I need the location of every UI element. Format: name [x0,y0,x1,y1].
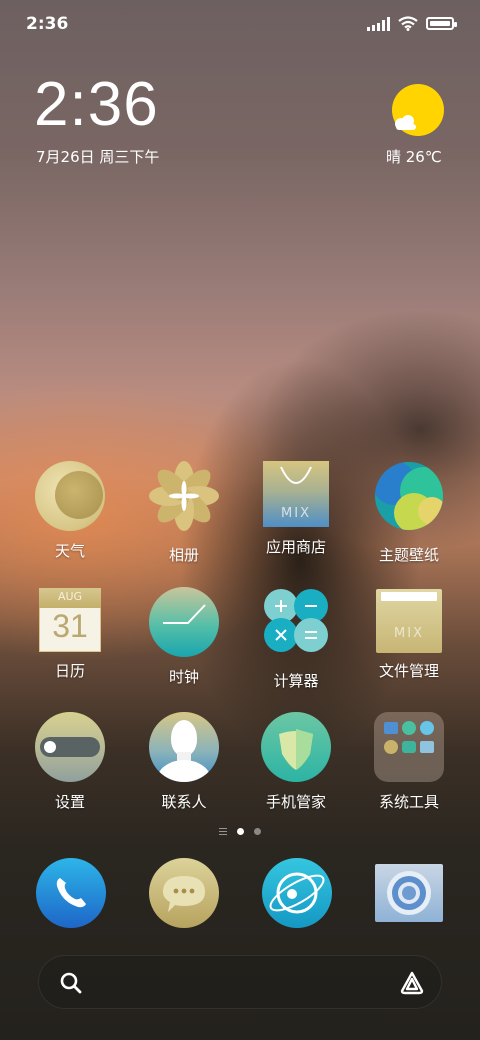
weather-moon-icon [35,461,105,531]
calendar-month: AUG [57,590,83,603]
weather-summary: 晴 26℃ [386,148,442,166]
clock-widget-time[interactable]: 2:36 [34,74,159,136]
folder-system-tools[interactable]: 系统工具 [353,712,465,812]
dock-messages[interactable] [149,858,219,928]
app-label: 日历 [54,662,85,680]
search-icon[interactable] [59,971,83,995]
page-indicator [0,828,480,835]
app-label: 应用商店 [265,538,326,556]
voice-assistant-icon[interactable] [399,970,425,996]
app-label: 联系人 [161,793,207,811]
page-dot[interactable] [254,828,261,835]
battery-icon [426,17,457,30]
dock-camera[interactable] [375,864,443,922]
app-label: 时钟 [168,668,199,686]
settings-toggle-icon [35,712,105,782]
clock-icon [149,587,219,657]
calculator-icon [264,589,328,652]
dock-browser[interactable] [262,858,332,928]
app-label: 设置 [54,793,85,811]
app-label: 文件管理 [378,662,439,680]
app-security[interactable]: 手机管家 [240,712,352,812]
app-contacts[interactable]: 联系人 [128,712,240,812]
app-store-bag-icon: MIX [263,461,329,527]
cloud-icon [395,115,416,130]
app-store-brand: MIX [281,506,311,521]
file-manager-brand: MIX [394,626,424,641]
system-tools-folder-icon [374,712,444,782]
wifi-icon [398,16,418,31]
app-label: 主题壁纸 [378,546,439,564]
app-weather[interactable]: 天气 [14,461,126,561]
app-themes[interactable]: 主题壁纸 [353,461,465,565]
app-label: 相册 [168,546,199,564]
app-label: 天气 [54,542,85,560]
app-settings[interactable]: 设置 [14,712,126,812]
app-file-manager[interactable]: MIX 文件管理 [353,587,465,681]
app-label: 手机管家 [265,793,326,811]
dock-phone[interactable] [36,858,106,928]
contacts-person-icon [149,712,219,782]
page-dot-active[interactable] [237,828,244,835]
cellular-signal-icon [367,16,390,31]
gallery-flower-icon [149,461,219,531]
messages-icon [163,876,205,912]
calendar-icon: AUG 31 [39,588,101,652]
app-clock[interactable]: 时钟 [128,587,240,687]
app-label: 计算器 [273,672,319,690]
app-calendar[interactable]: AUG 31 日历 [14,587,126,681]
app-store[interactable]: MIX 应用商店 [240,461,352,557]
calendar-day: 31 [52,608,88,644]
page-list-icon[interactable] [219,828,227,835]
status-time: 2:36 [26,14,69,34]
file-manager-icon: MIX [376,589,442,653]
search-bar[interactable] [38,955,442,1009]
status-icons [367,16,457,31]
app-label: 系统工具 [378,793,439,811]
phone-icon [56,878,86,908]
browser-icon [269,872,325,914]
camera-icon [387,871,431,915]
app-calculator[interactable]: 计算器 [240,587,352,691]
security-shield-icon [261,712,331,782]
themes-circles-icon [375,462,443,530]
app-gallery[interactable]: 相册 [128,461,240,565]
clock-widget-date: 7月26日 周三下午 [36,148,160,166]
